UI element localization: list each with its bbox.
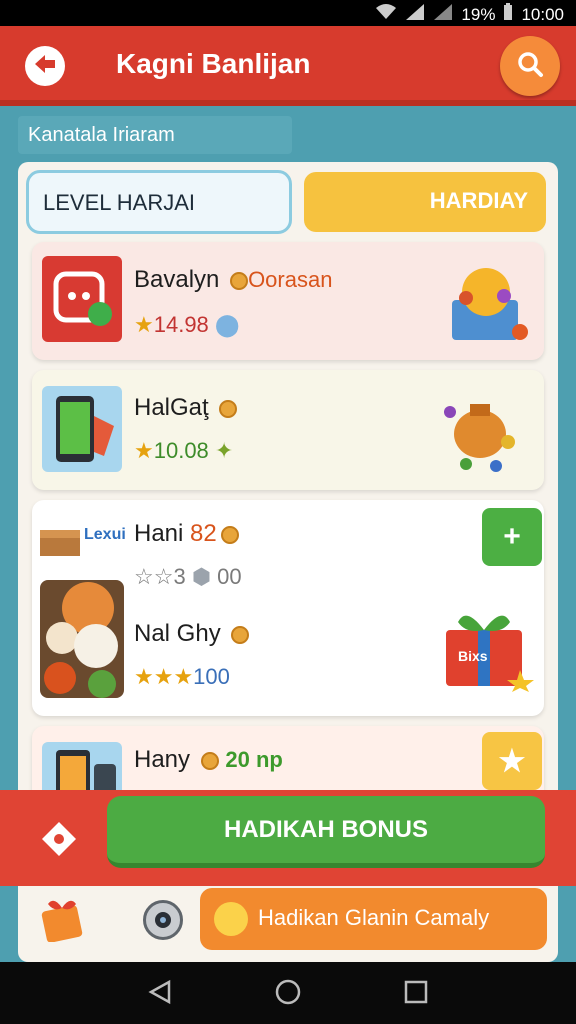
search-button[interactable] [500,36,560,96]
item-value-row: ☆☆3 ⬢ 00 [134,564,242,590]
smile-icon [214,902,248,936]
footer-action-button[interactable]: Hadikan Glanin Camaly [200,888,547,950]
camera-icon[interactable] [143,900,183,940]
coin-icon [231,625,250,644]
back-button[interactable] [25,46,65,86]
section-subtitle: Kanatala Iriaram [18,116,292,154]
item-name-row: HalGaţ [134,394,238,422]
star-button[interactable]: ★ [482,732,542,790]
item-name-row: Bavalyn Oorasan [134,266,332,294]
status-icons: 19% 10:00 [375,3,564,26]
item-value-row: ★14.98 ⬤ [134,312,240,338]
bonus-button[interactable]: HADIKAH BONUS [107,796,545,868]
item-name-row: Hany 20 np [134,746,283,774]
gift-box-icon [436,600,536,692]
plus-icon: + [503,520,521,553]
item-name: Nal Ghy [134,620,221,647]
item-value-row: ★10.08 ✦ [134,438,233,464]
item-badge: 20 np [225,747,283,772]
nav-recents-button[interactable] [400,978,432,1010]
search-icon [516,50,544,83]
item-badge: 82 [190,520,217,547]
add-button[interactable]: + [482,508,542,566]
ticket-icon[interactable] [38,818,80,860]
coin-icon [220,525,239,544]
triangle-back-icon [147,979,173,1010]
arrow-left-icon [33,53,57,80]
page-title: Kagni Banlijan [116,48,311,79]
item-value: 100 [193,664,230,689]
clock: 10:00 [521,4,564,24]
battery-percent: 19% [461,4,496,24]
tab-hardiay[interactable]: HARDIAY [304,172,546,232]
system-nav-bar [0,962,576,1024]
signal-icon-2 [433,3,453,26]
square-recents-icon [403,979,429,1010]
item-value: 10.08 [153,438,209,463]
item-name: Hany [134,746,191,773]
coin-icon [219,399,238,418]
gift-icon[interactable] [40,896,86,943]
nav-back-button[interactable] [144,978,176,1010]
treasure-pot-icon [436,384,526,474]
star-icon: ★ [498,744,526,778]
list-item-3: Lexui Hani 82 ☆☆3 ⬢ 00 + Nal Ghy ★★★100 … [32,500,544,716]
item-value-b: 00 [217,564,242,589]
item-value-row-2: ★★★100 [134,664,230,690]
item-value: 14.98 [153,312,209,337]
leaf-icon: ✦ [214,438,234,463]
wifi-icon [375,3,397,26]
item-name-row: Hani 82 [134,520,239,548]
box-icon [38,526,82,558]
star-outline-icon: ☆☆ [134,564,174,589]
item-name-row-2: Nal Ghy [134,620,250,648]
item-name: Bavalyn [134,266,220,293]
rating-stars: ★★★ [134,664,194,689]
list-item-2[interactable]: HalGaţ ★10.08 ✦ [32,370,544,490]
status-bar: 19% 10:00 [0,0,576,26]
signal-icon [405,3,425,26]
nav-home-button[interactable] [272,978,304,1010]
item-tag: Oorasan [248,267,333,292]
item-name: HalGaţ [134,394,209,421]
tab-level[interactable]: LEVEL HARJAI [26,170,292,234]
footer-button-label: Hadikan Glanin Camaly [258,905,490,930]
app-bar: Kagni Banlijan [0,26,576,106]
item-name: Hani [134,520,184,547]
gem-icon: ⬤ [214,312,240,337]
item-value-a: 3 [173,564,186,589]
battery-icon [503,3,513,26]
circle-home-icon [274,978,302,1011]
coin-icon [200,751,219,770]
app-thumbnail-red [42,256,122,342]
treasure-chest-icon [442,252,532,348]
phone-thumbnail [42,386,122,472]
coin-icon [230,271,249,290]
gift-label: Bixs [458,648,488,664]
gem-icon: ⬢ [191,564,212,589]
star-icon: ★ [134,438,154,463]
list-item-1[interactable]: Bavalyn Oorasan ★14.98 ⬤ [32,242,544,360]
box-label: Lexui [84,526,126,543]
food-thumbnail [40,580,124,698]
star-icon: ★ [134,312,154,337]
